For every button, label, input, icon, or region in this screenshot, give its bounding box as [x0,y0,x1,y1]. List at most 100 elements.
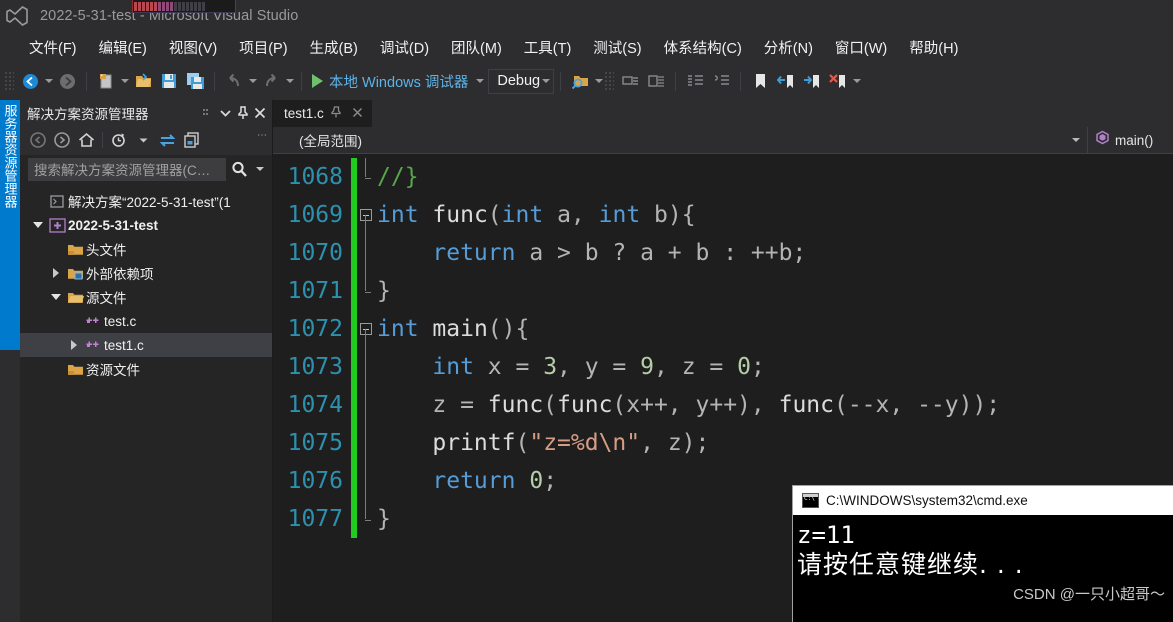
member-select[interactable]: main() [1087,126,1173,154]
toolbar-grip[interactable] [604,71,615,91]
indent-icon[interactable] [682,68,708,94]
start-debugging-button[interactable]: 本地 Windows 调试器 [308,69,474,94]
folder-icon [64,357,86,381]
menu-item-12[interactable]: 窗口(W) [824,34,898,61]
save-icon[interactable] [156,68,182,94]
uncomment-icon[interactable] [643,68,669,94]
fold-collapse-icon[interactable] [360,209,372,221]
undo-dropdown-icon[interactable] [247,68,258,94]
code-line[interactable]: int x = 3, y = 9, z = 0; [377,348,1173,386]
fold-cell[interactable] [357,272,377,310]
fold-cell[interactable] [357,500,377,538]
fold-cell[interactable] [357,158,377,196]
redo-dropdown-icon[interactable] [284,68,295,94]
twisty-expanded-icon[interactable] [48,285,64,309]
tree-item-2[interactable]: 2022-5-31-test [20,213,272,237]
close-icon[interactable] [350,107,366,121]
comment-icon[interactable] [617,68,643,94]
twisty-collapsed-icon[interactable] [66,333,82,357]
tree-item-8[interactable]: 资源文件 [20,357,272,381]
code-line[interactable]: return a > b ? a + b : ++b; [377,234,1173,272]
pending-changes-dropdown-icon[interactable] [131,128,155,152]
navigate-forward-icon[interactable] [54,68,80,94]
back-icon[interactable] [26,128,50,152]
menu-item-5[interactable]: 生成(B) [299,34,369,61]
menu-item-6[interactable]: 调试(D) [369,34,440,61]
tree-item-5[interactable]: 源文件 [20,285,272,309]
toolbar-grip[interactable] [4,71,14,91]
code-folding-margin[interactable] [357,154,377,622]
console-window[interactable]: C:\WINDOWS\system32\cmd.exe z=11 请按任意键继续… [792,485,1173,622]
forward-icon[interactable] [50,128,74,152]
code-line[interactable]: int func(int a, int b){ [377,196,1173,234]
more-options-icon[interactable] [200,103,217,123]
find-in-files-icon[interactable] [567,68,593,94]
pending-changes-icon[interactable] [107,128,131,152]
tree-item-4[interactable]: 外部依赖项 [20,261,272,285]
solution-configuration-select[interactable]: Debug [488,68,555,94]
new-item-dropdown-icon[interactable] [119,68,130,94]
menu-item-8[interactable]: 工具(T) [513,34,583,61]
navigate-back-icon[interactable] [17,68,43,94]
scope-dropdown-icon[interactable] [1065,138,1087,142]
bookmark-icon[interactable] [747,68,773,94]
search-options-dropdown-icon[interactable] [252,167,268,171]
tree-item-label: 头文件 [86,243,127,258]
twisty-expanded-icon[interactable] [30,213,46,237]
code-line[interactable]: } [377,272,1173,310]
code-line[interactable]: printf("z=%d\n", z); [377,424,1173,462]
clear-bookmarks-icon[interactable] [825,68,851,94]
new-item-icon[interactable] [93,68,119,94]
menu-item-11[interactable]: 分析(N) [753,34,824,61]
show-all-files-icon[interactable] [179,128,203,152]
overflow-icon[interactable]: ⋯ [257,130,267,141]
start-debugging-dropdown-icon[interactable] [474,68,485,94]
fold-cell[interactable] [357,348,377,386]
menu-item-2[interactable]: 编辑(E) [88,34,158,61]
tab-test1-c[interactable]: test1.c [273,100,372,127]
scope-select[interactable]: (全局范围) [273,130,1065,150]
code-line[interactable]: int main(){ [377,310,1173,348]
menu-item-7[interactable]: 团队(M) [440,34,513,61]
menu-item-13[interactable]: 帮助(H) [898,34,969,61]
close-icon[interactable] [251,103,268,123]
code-line[interactable]: //} [377,158,1173,196]
fold-collapse-icon[interactable] [360,323,372,335]
previous-bookmark-icon[interactable] [773,68,799,94]
pin-icon[interactable] [329,106,345,121]
menu-item-10[interactable]: 体系结构(C) [653,34,753,61]
fold-cell[interactable] [357,386,377,424]
redo-icon[interactable] [258,68,284,94]
sidebar-item-server-explorer[interactable]: 服务器资源管理器 [0,100,20,350]
search-input[interactable]: 搜索解决方案资源管理器(C… [28,157,226,181]
undo-icon[interactable] [221,68,247,94]
fold-cell[interactable] [357,234,377,272]
tree-item-6[interactable]: test.c [20,309,272,333]
sync-with-active-document-icon[interactable] [155,128,179,152]
menu-item-9[interactable]: 测试(S) [582,34,652,61]
code-line[interactable]: z = func(func(x++, y++), func(--x, --y))… [377,386,1173,424]
tree-item-1[interactable]: 解决方案“2022-5-31-test”(1 [20,189,272,213]
toolbar-overflow-icon[interactable] [851,68,862,94]
twisty-collapsed-icon[interactable] [48,261,64,285]
tree-item-3[interactable]: 头文件 [20,237,272,261]
save-all-icon[interactable] [182,68,208,94]
window-dropdown-icon[interactable] [217,103,234,123]
menu-item-3[interactable]: 视图(V) [158,34,228,61]
search-icon[interactable] [226,161,252,178]
fold-cell[interactable] [357,310,377,348]
tree-item-7[interactable]: test1.c [20,333,272,357]
fold-cell[interactable] [357,196,377,234]
fold-cell[interactable] [357,462,377,500]
pin-icon[interactable] [234,103,251,123]
home-icon[interactable] [74,128,98,152]
find-dropdown-icon[interactable] [593,68,604,94]
tree-item-label: 外部依赖项 [86,267,154,282]
next-bookmark-icon[interactable] [799,68,825,94]
menu-item-1[interactable]: 文件(F) [18,34,88,61]
navigate-back-dropdown-icon[interactable] [43,68,54,94]
open-file-icon[interactable] [130,68,156,94]
fold-cell[interactable] [357,424,377,462]
menu-item-4[interactable]: 项目(P) [228,34,298,61]
outdent-icon[interactable] [708,68,734,94]
